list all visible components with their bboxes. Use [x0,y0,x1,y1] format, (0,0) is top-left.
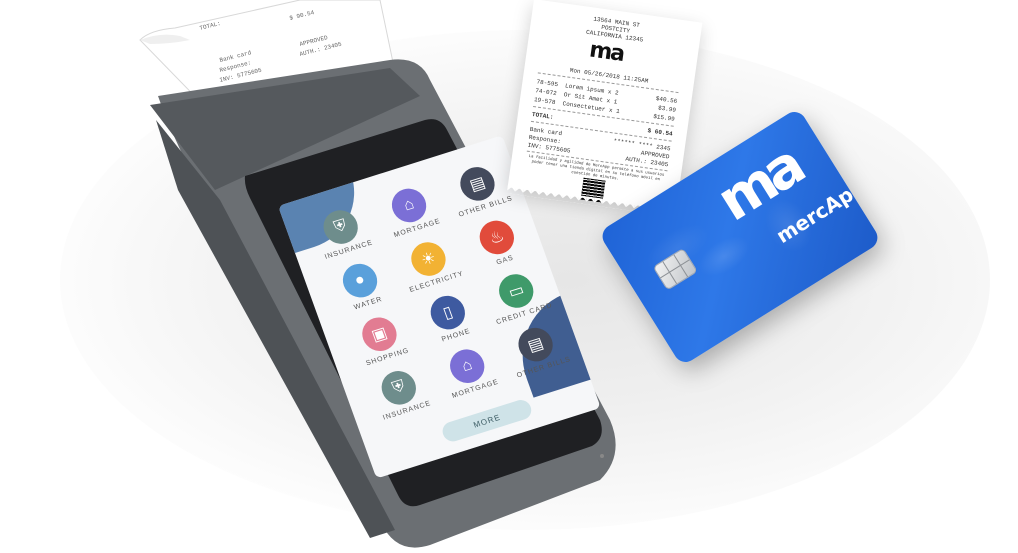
tile-label: MORTGAGE [451,378,500,400]
credit-card-icon: ▭ [494,269,539,313]
flame-icon: ♨ [474,216,519,259]
lightbulb-icon: ☀ [406,237,451,281]
tile-label: INSURANCE [382,400,433,422]
tile-label: INSURANCE [323,239,375,261]
tile-label: GAS [495,254,515,267]
shopping-bag-icon: ▣ [357,313,402,356]
document-icon: ▤ [513,323,558,366]
phone-icon: ▯ [425,291,470,334]
house-icon: ⌂ [445,345,490,388]
item-price: $3.99 [657,104,677,114]
item-price: $15.99 [652,112,676,123]
water-drop-icon: ● [338,259,382,302]
tile-gas[interactable]: ♨ GAS [457,211,541,275]
document-icon: ▤ [455,162,500,205]
shield-icon: ⛨ [376,366,421,409]
tile-label: SHOPPING [365,347,411,368]
item-code: 19-578 [533,96,556,107]
tile-credit-card[interactable]: ▭ CREDIT CARD [476,264,560,328]
total-value: $ 60.54 [647,127,674,138]
house-icon: ⌂ [387,184,431,227]
total-label: TOTAL: [531,110,554,121]
receipt-logo: ma [587,37,625,67]
tile-label: PHONE [440,327,472,344]
tile-label: WATER [353,295,384,312]
receipt: 13564 MAIN ST POSTCITY CALIFORNIA 12345 … [506,0,703,217]
tile-label: MORTGAGE [393,217,442,240]
